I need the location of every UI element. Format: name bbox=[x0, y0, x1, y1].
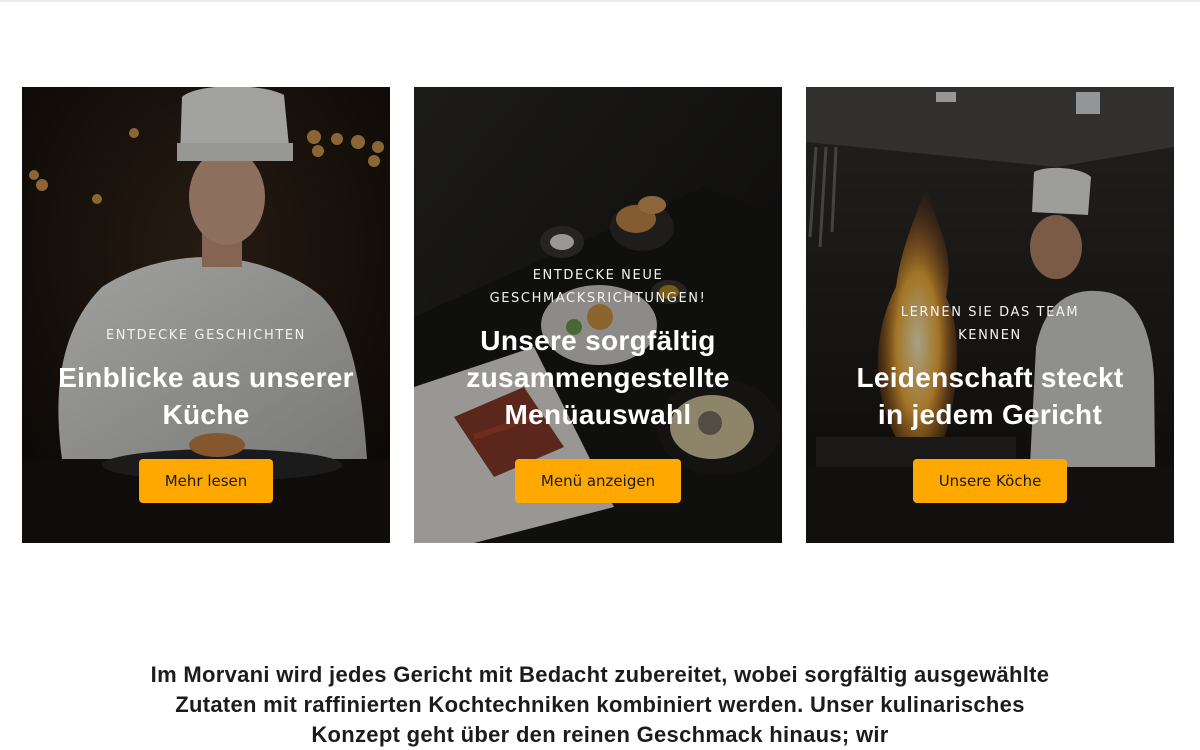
header-divider bbox=[0, 0, 1200, 2]
card-content: ENTDECKE GESCHICHTEN Einblicke aus unser… bbox=[22, 87, 390, 543]
card-kitchen-stories: ENTDECKE GESCHICHTEN Einblicke aus unser… bbox=[22, 87, 390, 543]
card-content: LERNEN SIE DAS TEAM KENNEN Leidenschaft … bbox=[806, 87, 1174, 543]
card-eyebrow: ENTDECKE NEUE GESCHMACKSRICHTUNGEN! bbox=[489, 268, 707, 306]
card-eyebrow: ENTDECKE GESCHICHTEN bbox=[105, 328, 306, 343]
read-more-button[interactable]: Mehr lesen bbox=[138, 459, 274, 503]
card-menu: ENTDECKE NEUE GESCHMACKSRICHTUNGEN! Unse… bbox=[414, 87, 782, 543]
feature-cards: ENTDECKE GESCHICHTEN Einblicke aus unser… bbox=[22, 87, 1174, 543]
card-title: Unsere sorgfältig zusammengestellte Menü… bbox=[466, 325, 730, 430]
show-menu-button[interactable]: Menü anzeigen bbox=[514, 459, 682, 503]
card-team: LERNEN SIE DAS TEAM KENNEN Leidenschaft … bbox=[806, 87, 1174, 543]
card-eyebrow: LERNEN SIE DAS TEAM KENNEN bbox=[900, 305, 1080, 343]
intro-paragraph: Im Morvani wird jedes Gericht mit Bedach… bbox=[150, 662, 1050, 747]
card-title: Einblicke aus unserer Küche bbox=[58, 362, 354, 430]
card-title: Leidenschaft steckt in jedem Gericht bbox=[856, 362, 1124, 430]
our-chefs-button[interactable]: Unsere Köche bbox=[912, 459, 1068, 503]
card-content: ENTDECKE NEUE GESCHMACKSRICHTUNGEN! Unse… bbox=[414, 87, 782, 543]
